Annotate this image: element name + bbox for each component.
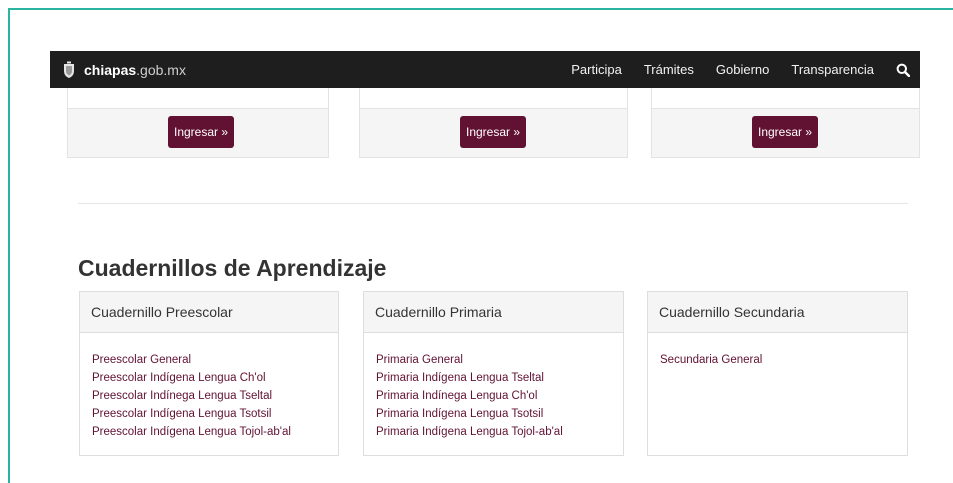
top-navbar: chiapas.gob.mx Participa Trámites Gobier… bbox=[50, 51, 920, 88]
link-preescolar-tseltal[interactable]: Preescolar Indínega Lengua Tseltal bbox=[92, 387, 338, 405]
nav-participa[interactable]: Participa bbox=[571, 62, 622, 77]
link-primaria-tojolabal[interactable]: Primaria Indígena Lengua Tojol-ab'al bbox=[376, 423, 623, 441]
panel-secundaria: Cuadernillo Secundaria Secundaria Genera… bbox=[647, 291, 908, 456]
link-primaria-tseltal[interactable]: Primaria Indígena Lengua Tseltal bbox=[376, 369, 623, 387]
coat-of-arms-icon bbox=[64, 61, 74, 78]
panel-primaria-body: Primaria General Primaria Indígena Lengu… bbox=[364, 333, 623, 441]
divider bbox=[78, 203, 908, 204]
card-2-body bbox=[360, 88, 627, 109]
link-primaria-chol[interactable]: Primaria Indínega Lengua Ch'ol bbox=[376, 387, 623, 405]
link-primaria-tsotsil[interactable]: Primaria Indígena Lengua Tsotsil bbox=[376, 405, 623, 423]
brand-domain: .gob.mx bbox=[136, 61, 186, 78]
card-1-body bbox=[68, 88, 328, 109]
nav-links: Participa Trámites Gobierno Transparenci… bbox=[549, 51, 910, 88]
panel-preescolar-title: Cuadernillo Preescolar bbox=[80, 292, 338, 333]
panel-preescolar: Cuadernillo Preescolar Preescolar Genera… bbox=[79, 291, 339, 456]
ingresar-button-2[interactable]: Ingresar » bbox=[460, 116, 526, 148]
link-secundaria-general[interactable]: Secundaria General bbox=[660, 351, 907, 369]
nav-transparencia[interactable]: Transparencia bbox=[791, 62, 874, 77]
brand-name: chiapas.gob.mx bbox=[84, 62, 186, 78]
panel-primaria-title: Cuadernillo Primaria bbox=[364, 292, 623, 333]
link-preescolar-tojolabal[interactable]: Preescolar Indígena Lengua Tojol-ab'al bbox=[92, 423, 338, 441]
brand[interactable]: chiapas.gob.mx bbox=[62, 51, 186, 88]
panel-secundaria-body: Secundaria General bbox=[648, 333, 907, 369]
link-primaria-general[interactable]: Primaria General bbox=[376, 351, 623, 369]
search-icon[interactable] bbox=[896, 63, 910, 77]
nav-gobierno[interactable]: Gobierno bbox=[716, 62, 769, 77]
panel-secundaria-title: Cuadernillo Secundaria bbox=[648, 292, 907, 333]
card-3-body bbox=[652, 88, 919, 109]
panel-preescolar-body: Preescolar General Preescolar Indígena L… bbox=[80, 333, 338, 441]
brand-name-bold: chiapas bbox=[84, 61, 137, 78]
nav-tramites[interactable]: Trámites bbox=[644, 62, 694, 77]
ingresar-button-1[interactable]: Ingresar » bbox=[168, 116, 234, 148]
ingresar-button-3[interactable]: Ingresar » bbox=[752, 116, 818, 148]
panel-primaria: Cuadernillo Primaria Primaria General Pr… bbox=[363, 291, 624, 456]
section-title: Cuadernillos de Aprendizaje bbox=[78, 255, 387, 281]
link-preescolar-chol[interactable]: Preescolar Indígena Lengua Ch'ol bbox=[92, 369, 338, 387]
link-preescolar-tsotsil[interactable]: Preescolar Indígena Lengua Tsotsil bbox=[92, 405, 338, 423]
link-preescolar-general[interactable]: Preescolar General bbox=[92, 351, 338, 369]
